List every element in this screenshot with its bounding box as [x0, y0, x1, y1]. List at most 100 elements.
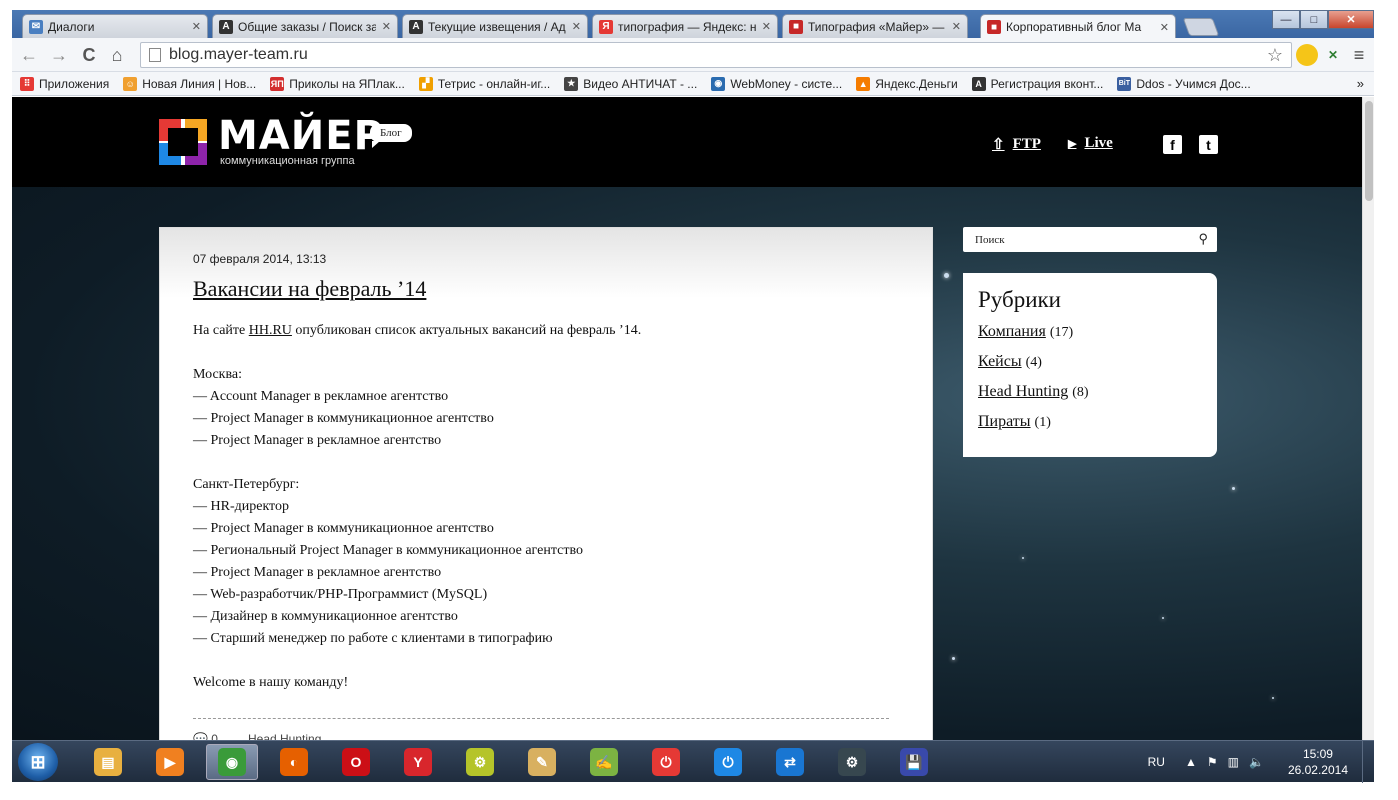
- reload-button[interactable]: C: [78, 44, 100, 66]
- taskbar-button-sync[interactable]: ⇄: [764, 744, 816, 780]
- close-icon[interactable]: ✕: [572, 20, 581, 33]
- clock[interactable]: 15:09 26.02.2014: [1288, 746, 1348, 778]
- tab-mayer-typography[interactable]: ■ Типография «Майер» — ✕: [782, 14, 968, 38]
- star-decoration: [1162, 617, 1164, 619]
- tab-strip: ✉ Диалоги ✕ A Общие заказы / Поиск за ✕ …: [12, 10, 1374, 39]
- hh-link[interactable]: HH.RU: [249, 323, 292, 338]
- show-hidden-icons-icon[interactable]: ▲: [1185, 755, 1197, 769]
- comments-count[interactable]: 💬 0: [193, 732, 218, 740]
- steam-icon: ⚙: [838, 748, 866, 776]
- newline-icon: ☺: [123, 76, 138, 91]
- bookmark-webmoney[interactable]: ◉ WebMoney - систе...: [711, 76, 842, 91]
- post-line: — Project Manager в рекламное агентство: [193, 433, 442, 448]
- bookmark-tetris[interactable]: ▞ Тетрис - онлайн-иг...: [418, 76, 550, 91]
- ftp-link[interactable]: ⇧ FTP: [992, 135, 1041, 154]
- tab-label: Типография «Майер» —: [808, 19, 945, 34]
- search-icon[interactable]: ⚲: [1198, 231, 1208, 247]
- new-tab-button[interactable]: [1182, 18, 1220, 36]
- taskbar-button-steam[interactable]: ⚙: [826, 744, 878, 780]
- action-center-flag-icon[interactable]: ⚑: [1207, 755, 1218, 769]
- antichat-icon: ★: [564, 76, 579, 91]
- star-decoration: [944, 273, 949, 278]
- post-line: Москва:: [193, 367, 242, 382]
- maximize-button[interactable]: □: [1300, 10, 1328, 29]
- close-icon[interactable]: ✕: [952, 20, 961, 33]
- taskbar-button-media-player[interactable]: ▶: [144, 744, 196, 780]
- home-button[interactable]: ⌂: [106, 44, 128, 66]
- back-button[interactable]: ←: [18, 44, 40, 66]
- language-indicator[interactable]: RU: [1148, 755, 1165, 769]
- bookmark-apps[interactable]: ⠿ Приложения: [20, 76, 110, 91]
- rubric-link[interactable]: Компания: [978, 323, 1046, 340]
- close-window-button[interactable]: ✕: [1328, 10, 1374, 29]
- bookmarks-more-button[interactable]: »: [1357, 76, 1364, 91]
- close-icon[interactable]: ✕: [762, 20, 771, 33]
- yaplakal-icon: ЯП: [270, 76, 285, 91]
- address-bar[interactable]: blog.mayer-team.ru ☆: [140, 42, 1292, 68]
- bookmark-label: Приколы на ЯПлак...: [289, 76, 405, 91]
- mayer-logo-icon[interactable]: [159, 119, 207, 165]
- network-icon[interactable]: ▥: [1228, 755, 1239, 769]
- taskbar-button-chrome[interactable]: ◉: [206, 744, 258, 780]
- post-line: [193, 650, 893, 672]
- taskbar-button-power[interactable]: ⏻: [702, 744, 754, 780]
- tab-corporate-blog[interactable]: ■ Корпоративный блог Ма ✕: [980, 14, 1176, 39]
- close-icon[interactable]: ✕: [382, 20, 391, 33]
- bookmark-ddos[interactable]: BiT Ddos - Учимся Дос...: [1117, 76, 1251, 91]
- search-input[interactable]: [975, 233, 1185, 246]
- minimize-button[interactable]: —: [1272, 10, 1300, 29]
- tab-yandex-search[interactable]: Я типография — Яндекс: на ✕: [592, 14, 778, 38]
- page-scrollbar[interactable]: [1362, 97, 1374, 740]
- bookmark-star-icon[interactable]: ☆: [1267, 45, 1283, 66]
- tab-dialogs[interactable]: ✉ Диалоги ✕: [22, 14, 208, 38]
- play-icon: ▶: [1068, 138, 1077, 150]
- tab-general-orders[interactable]: A Общие заказы / Поиск за ✕: [212, 14, 398, 38]
- menu-icon[interactable]: ≡: [1348, 44, 1370, 66]
- show-desktop-button[interactable]: [1362, 741, 1374, 783]
- scrollbar-thumb[interactable]: [1365, 101, 1373, 201]
- notepad-icon: ✍: [590, 748, 618, 776]
- weather-extension-icon[interactable]: [1296, 44, 1318, 66]
- rubrics-widget: Рубрики Компания (17) Кейсы (4) Head Hun…: [963, 273, 1217, 457]
- post-line: — Project Manager в рекламное агентство: [193, 565, 442, 580]
- post-line: — Старший менеджер по работе с клиентами…: [193, 631, 553, 646]
- post-title-link[interactable]: Вакансии на февраль ’14: [193, 276, 426, 302]
- media-player-icon: ▶: [156, 748, 184, 776]
- windows-taskbar: ⊞ ▤ ▶ ◉ ◐ O Y ⚙ ✎ ✍ ⏻ ⏻ ⇄ ⚙ 💾 RU ▲ ⚑ ▥ 🔈 15:09 26.02.…: [12, 740, 1374, 783]
- bookmark-antichat[interactable]: ★ Видео АНТИЧАТ - ...: [564, 76, 697, 91]
- taskbar-button-explorer[interactable]: ▤: [82, 744, 134, 780]
- rubric-link[interactable]: Пираты: [978, 413, 1031, 430]
- login-extension-icon[interactable]: ✕: [1322, 44, 1344, 66]
- post-category-link[interactable]: Head Hunting: [248, 732, 321, 740]
- comments-number: 0: [211, 732, 218, 740]
- forward-button[interactable]: →: [48, 44, 70, 66]
- facebook-icon[interactable]: f: [1163, 135, 1182, 154]
- taskbar-button-yandex-browser[interactable]: Y: [392, 744, 444, 780]
- twitter-icon[interactable]: t: [1199, 135, 1218, 154]
- taskbar-button-opera[interactable]: O: [330, 744, 382, 780]
- volume-icon[interactable]: 🔈: [1249, 755, 1264, 769]
- close-icon[interactable]: ✕: [192, 20, 201, 33]
- live-link[interactable]: ▶ Live: [1068, 135, 1113, 152]
- post-line: — Project Manager в коммуникационное аге…: [193, 521, 494, 536]
- tab-current-notices[interactable]: A Текущие извещения / Ад ✕: [402, 14, 588, 38]
- rubric-link[interactable]: Head Hunting: [978, 383, 1068, 400]
- bookmark-label: Приложения: [39, 76, 110, 91]
- start-button[interactable]: ⊞: [18, 743, 58, 781]
- bookmark-newline[interactable]: ☺ Новая Линия | Нов...: [123, 76, 256, 91]
- bookmark-yandex-money[interactable]: ▲ Яндекс.Деньги: [856, 76, 958, 91]
- taskbar-button-firefox[interactable]: ◐: [268, 744, 320, 780]
- taskbar-button-save-disk[interactable]: 💾: [888, 744, 940, 780]
- taskbar-button-network-app[interactable]: ⚙: [454, 744, 506, 780]
- taskbar-button-shutdown-app[interactable]: ⏻: [640, 744, 692, 780]
- bookmark-vk-registration[interactable]: A Регистрация вконт...: [971, 76, 1103, 91]
- star-decoration: [1232, 487, 1235, 490]
- taskbar-button-notepad[interactable]: ✍: [578, 744, 630, 780]
- site-logo-text[interactable]: МАЙЕР: [218, 113, 384, 159]
- taskbar-button-image-viewer[interactable]: ✎: [516, 744, 568, 780]
- rubric-item: Кейсы (4): [978, 347, 1202, 377]
- bookmarks-bar: ⠿ Приложения ☺ Новая Линия | Нов... ЯП Прик…: [12, 72, 1374, 96]
- bookmark-yaplakal[interactable]: ЯП Приколы на ЯПлак...: [270, 76, 405, 91]
- rubric-link[interactable]: Кейсы: [978, 353, 1022, 370]
- close-icon[interactable]: ✕: [1160, 21, 1169, 34]
